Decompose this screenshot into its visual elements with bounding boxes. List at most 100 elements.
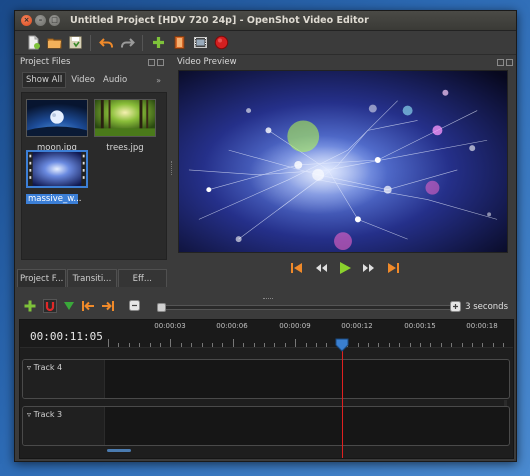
undo-icon xyxy=(98,38,113,48)
tab-project-files[interactable]: Project F... xyxy=(17,269,67,287)
file-item-moon[interactable]: moon.jpg xyxy=(26,99,88,153)
ruler-tick xyxy=(139,343,141,347)
zoom-indicator: 3 seconds xyxy=(450,301,508,312)
file-name: trees.jpg xyxy=(106,143,144,153)
ruler-tick xyxy=(472,343,473,347)
jump-start-icon xyxy=(291,262,302,273)
project-files-header: Project Files xyxy=(17,55,167,69)
ruler-label: 00:00:12 xyxy=(341,322,373,330)
next-marker-button[interactable] xyxy=(101,300,115,315)
tab-effects[interactable]: Eff... xyxy=(117,269,167,287)
file-filter-tabs: Show All Video Audio » xyxy=(17,72,167,88)
ruler-tick xyxy=(160,343,161,347)
save-project-button[interactable] xyxy=(67,35,83,51)
ruler-tick xyxy=(243,343,245,347)
ruler-tick xyxy=(482,343,484,347)
add-marker-button[interactable] xyxy=(63,300,75,315)
undo-button[interactable] xyxy=(98,35,114,51)
filter-video[interactable]: Video xyxy=(68,73,98,87)
file-item-massive[interactable]: massive_w... xyxy=(26,150,88,204)
zoom-out-button[interactable] xyxy=(129,300,140,314)
zoom-in-icon[interactable] xyxy=(450,301,462,312)
zoom-slider-handle[interactable] xyxy=(157,303,166,312)
ruler-tick xyxy=(305,343,307,347)
ruler-tick xyxy=(295,339,297,347)
openshot-window: × – □ Untitled Project [HDV 720 24p] - O… xyxy=(14,10,517,462)
fast-forward-button[interactable] xyxy=(362,262,376,277)
close-window-button[interactable]: × xyxy=(21,15,32,26)
snapping-toggle[interactable] xyxy=(43,298,57,316)
ruler-tick xyxy=(191,343,193,347)
close-panel-icon[interactable] xyxy=(506,58,513,66)
profile-icon xyxy=(174,36,184,49)
export-video-button[interactable] xyxy=(213,35,229,51)
ruler-tick xyxy=(284,343,286,347)
zoom-slider[interactable] xyxy=(157,303,457,312)
redo-button[interactable] xyxy=(119,35,135,51)
time-ruler[interactable]: 00:00:11:05 00:00:03 00:00:06 00:00:09 0… xyxy=(20,320,513,348)
title-bar: × – □ Untitled Project [HDV 720 24p] - O… xyxy=(15,11,516,31)
toolbar-separator xyxy=(90,34,91,51)
ruler-tick xyxy=(378,343,380,347)
plus-icon xyxy=(24,300,36,311)
minimize-window-button[interactable]: – xyxy=(35,15,46,26)
more-filters-icon[interactable]: » xyxy=(156,76,161,85)
playhead-handle[interactable] xyxy=(335,338,349,352)
redo-icon xyxy=(120,38,135,48)
fullscreen-button[interactable] xyxy=(192,35,208,51)
track-row[interactable]: ▿ Track 4 xyxy=(22,359,510,430)
ruler-tick xyxy=(368,343,369,347)
import-files-button[interactable] xyxy=(150,35,166,51)
close-panel-icon[interactable] xyxy=(157,58,164,66)
record-icon xyxy=(214,35,228,50)
panel-controls[interactable] xyxy=(148,58,164,66)
panel-controls[interactable] xyxy=(497,58,513,66)
add-track-button[interactable] xyxy=(23,299,37,316)
choose-profile-button[interactable] xyxy=(171,35,187,51)
maximize-window-button[interactable]: □ xyxy=(49,15,60,26)
play-icon xyxy=(340,261,351,274)
previous-marker-button[interactable] xyxy=(81,300,95,315)
file-list: moon.jpg trees.jpg massive_w... xyxy=(21,92,167,260)
chevron-down-icon: ▿ xyxy=(27,410,32,419)
video-preview-title: Video Preview xyxy=(177,57,237,67)
track-name: Track 4 xyxy=(33,363,63,372)
float-panel-icon[interactable] xyxy=(148,58,155,66)
filter-show-all[interactable]: Show All xyxy=(22,72,67,88)
filter-audio[interactable]: Audio xyxy=(100,73,130,87)
ruler-tick xyxy=(201,343,203,347)
panel-splitter[interactable] xyxy=(171,161,173,175)
dock-tabs: Project F... Transiti... Eff... xyxy=(17,269,167,287)
ruler-tick xyxy=(440,343,442,347)
zoom-out-icon xyxy=(129,300,140,311)
track-header[interactable]: ▿ Track 4 xyxy=(23,360,105,398)
file-item-trees[interactable]: trees.jpg xyxy=(94,99,156,153)
play-button[interactable] xyxy=(338,261,352,278)
transport-controls xyxy=(174,261,516,277)
new-project-button[interactable] xyxy=(25,35,41,51)
timeline-horizontal-scrollbar[interactable] xyxy=(102,448,502,453)
ruler-tick xyxy=(492,343,494,347)
fast-forward-icon xyxy=(363,263,374,272)
moon-thumbnail xyxy=(26,99,88,137)
save-icon xyxy=(68,36,82,49)
ruler-label: 00:00:03 xyxy=(154,322,186,330)
track-name: Track 3 xyxy=(33,410,63,419)
ruler-tick xyxy=(128,343,130,347)
main-toolbar xyxy=(15,31,516,55)
ruler-tick xyxy=(316,343,317,347)
jump-end-button[interactable] xyxy=(386,262,400,277)
rewind-button[interactable] xyxy=(314,262,328,277)
track-header[interactable]: ▿ Track 3 xyxy=(23,407,105,445)
jump-start-button[interactable] xyxy=(290,262,304,277)
scrollbar-thumb[interactable] xyxy=(107,449,131,452)
open-project-button[interactable] xyxy=(46,35,62,51)
marker-icon xyxy=(64,301,74,310)
ruler-label: 00:00:09 xyxy=(279,322,311,330)
ruler-tick xyxy=(170,339,172,347)
plus-icon xyxy=(152,37,164,48)
video-preview-panel: Video Preview xyxy=(174,55,516,291)
track-row[interactable]: ▿ Track 3 xyxy=(22,406,510,446)
tab-transitions[interactable]: Transiti... xyxy=(67,269,117,287)
float-panel-icon[interactable] xyxy=(497,58,504,66)
